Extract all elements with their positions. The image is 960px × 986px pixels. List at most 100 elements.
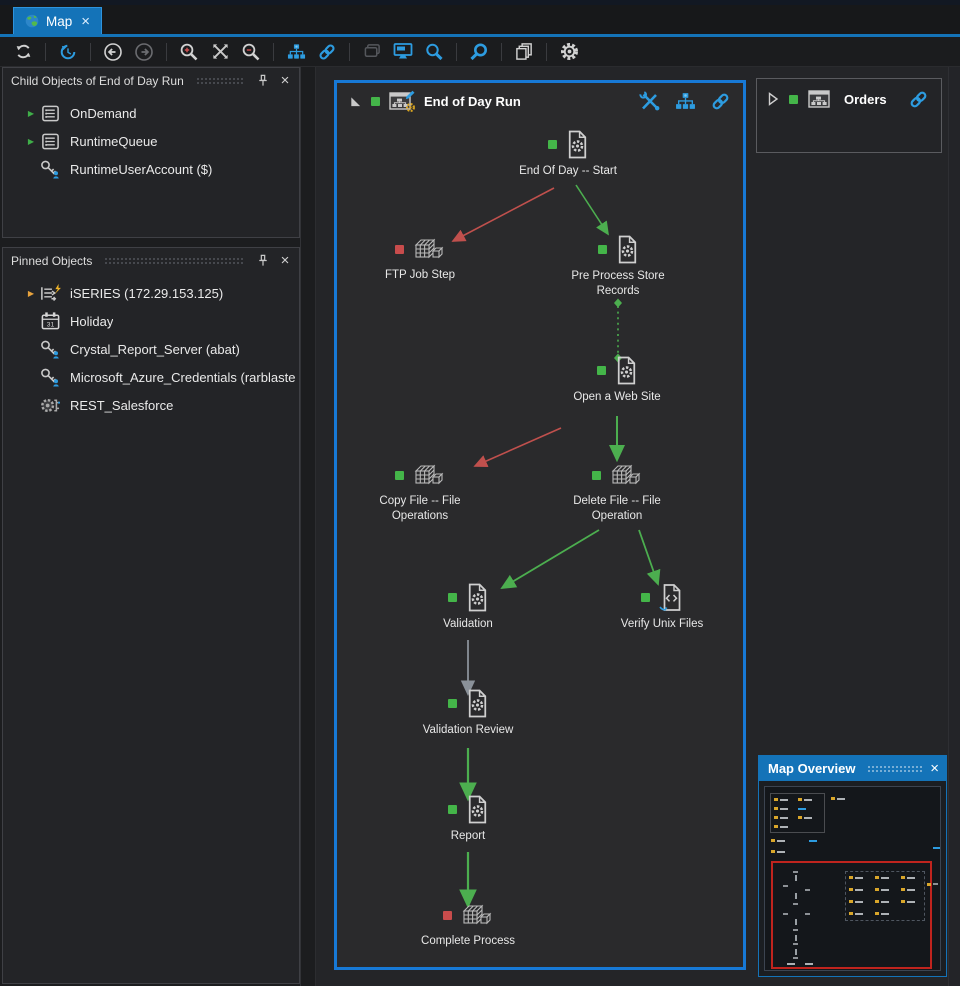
link-icon[interactable] bbox=[314, 40, 340, 64]
minimap-node-mark bbox=[793, 903, 798, 905]
collapse-triangle-icon[interactable] bbox=[349, 95, 362, 108]
zoom-fit-icon[interactable] bbox=[207, 40, 233, 64]
vertical-scrollbar[interactable] bbox=[948, 67, 960, 986]
status-square bbox=[371, 97, 380, 106]
pinned-objects-header[interactable]: Pinned Objects × bbox=[3, 248, 299, 273]
key-user-icon bbox=[37, 159, 63, 179]
minimap-canvas[interactable] bbox=[764, 786, 941, 971]
back-icon[interactable] bbox=[100, 40, 126, 64]
org-chart-icon[interactable] bbox=[283, 40, 309, 64]
search-strong-icon[interactable] bbox=[466, 40, 492, 64]
plan-container-end-of-day-run[interactable]: End Of Day -- Start FTP Job Step Pre Pro… bbox=[334, 80, 746, 970]
minimap-node-mark bbox=[793, 871, 798, 873]
tools-icon[interactable] bbox=[639, 91, 661, 111]
main-content: Child Objects of End of Day Run × ▶ OnDe… bbox=[0, 67, 960, 986]
tree-item-label: iSERIES (172.29.153.125) bbox=[70, 286, 223, 301]
node-label: Report bbox=[451, 829, 486, 844]
orders-header[interactable]: Orders bbox=[757, 79, 941, 110]
status-square bbox=[597, 366, 606, 375]
minimap-mark bbox=[771, 839, 775, 842]
process-cubes-icon bbox=[413, 235, 445, 263]
tree-item-label: Crystal_Report_Server (abat) bbox=[70, 342, 240, 357]
history-icon[interactable] bbox=[55, 40, 81, 64]
child-objects-panel: Child Objects of End of Day Run × ▶ OnDe… bbox=[2, 67, 300, 238]
close-icon[interactable]: × bbox=[277, 73, 293, 89]
monitor-icon[interactable] bbox=[390, 40, 416, 64]
close-icon[interactable]: × bbox=[930, 761, 939, 776]
minimap-mark bbox=[777, 851, 785, 853]
toolbar-separator bbox=[501, 43, 502, 61]
tree-item-iseries[interactable]: ▶ iSERIES (172.29.153.125) bbox=[3, 279, 299, 307]
map-toolbar bbox=[0, 37, 960, 67]
node-label: End Of Day -- Start bbox=[519, 164, 617, 179]
map-overview-header[interactable]: Map Overview × bbox=[759, 756, 946, 781]
search-icon[interactable] bbox=[421, 40, 447, 64]
tree-item-label: RuntimeQueue bbox=[70, 134, 157, 149]
minimap-node-mark bbox=[793, 929, 798, 931]
org-chart-icon[interactable] bbox=[675, 92, 696, 111]
expand-triangle-icon[interactable] bbox=[767, 92, 779, 106]
process-cubes-icon bbox=[610, 461, 642, 489]
pin-icon[interactable] bbox=[255, 73, 271, 89]
tree-item-label: REST_Salesforce bbox=[70, 398, 173, 413]
panel-splitter[interactable] bbox=[300, 67, 316, 986]
node-validation-review[interactable]: Validation Review bbox=[403, 689, 533, 738]
tree-item-rest-salesforce[interactable]: REST_Salesforce bbox=[3, 391, 299, 419]
tab-map[interactable]: Map × bbox=[13, 7, 102, 34]
node-label: Validation bbox=[443, 617, 493, 632]
minimap-node-mark bbox=[795, 875, 797, 881]
close-icon[interactable]: × bbox=[277, 253, 293, 269]
link-icon[interactable] bbox=[908, 89, 929, 110]
tree-item-runtimequeue[interactable]: ▶ RuntimeQueue bbox=[3, 127, 299, 155]
plan-header[interactable]: End of Day Run bbox=[337, 83, 743, 119]
refresh-icon[interactable] bbox=[10, 40, 36, 64]
toolbar-separator bbox=[166, 43, 167, 61]
frames-icon[interactable] bbox=[359, 40, 385, 64]
node-report[interactable]: Report bbox=[403, 795, 533, 844]
node-delete-file[interactable]: Delete File -- File Operation bbox=[552, 461, 682, 524]
node-verify-unix-files[interactable]: Verify Unix Files bbox=[597, 583, 727, 632]
toolbar-separator bbox=[456, 43, 457, 61]
node-end-of-day-start[interactable]: End Of Day -- Start bbox=[503, 130, 633, 179]
copy-pages-icon[interactable] bbox=[511, 40, 537, 64]
tab-close-icon[interactable]: × bbox=[81, 14, 90, 29]
panel-drag-dots bbox=[104, 257, 245, 266]
minimap-node-mark bbox=[795, 935, 797, 941]
node-ftp-job-step[interactable]: FTP Job Step bbox=[355, 235, 485, 283]
status-square bbox=[641, 593, 650, 602]
job-document-icon bbox=[616, 235, 639, 264]
pin-icon[interactable] bbox=[255, 253, 271, 269]
running-triangle-icon: ▶ bbox=[25, 137, 37, 146]
zoom-in-icon[interactable] bbox=[176, 40, 202, 64]
child-objects-tree: ▶ OnDemand ▶ RuntimeQueue bbox=[3, 93, 299, 183]
child-objects-header[interactable]: Child Objects of End of Day Run × bbox=[3, 68, 299, 93]
settings-gear-icon[interactable] bbox=[556, 40, 582, 64]
forward-icon[interactable] bbox=[131, 40, 157, 64]
minimap-node-mark bbox=[787, 963, 795, 965]
node-copy-file[interactable]: Copy File -- File Operations bbox=[355, 461, 485, 524]
node-validation[interactable]: Validation bbox=[403, 583, 533, 632]
tree-item-holiday[interactable]: 31 Holiday bbox=[3, 307, 299, 335]
link-icon[interactable] bbox=[710, 91, 731, 112]
map-canvas-area[interactable]: End Of Day -- Start FTP Job Step Pre Pro… bbox=[316, 67, 960, 986]
status-square bbox=[789, 95, 798, 104]
minimap-dashed-cluster bbox=[845, 871, 925, 921]
job-document-icon bbox=[566, 130, 589, 159]
plan-canvas: End Of Day -- Start FTP Job Step Pre Pro… bbox=[337, 83, 743, 967]
plan-container-orders[interactable]: Orders bbox=[756, 78, 942, 153]
status-square bbox=[395, 471, 404, 480]
pinned-objects-title: Pinned Objects bbox=[11, 254, 92, 268]
globe-icon bbox=[25, 14, 39, 28]
tree-item-ondemand[interactable]: ▶ OnDemand bbox=[3, 99, 299, 127]
tree-item-runtimeuseraccount[interactable]: RuntimeUserAccount ($) bbox=[3, 155, 299, 183]
map-overview-title: Map Overview bbox=[768, 761, 855, 776]
tree-item-microsoft-azure-credentials[interactable]: Microsoft_Azure_Credentials (rarblaste bbox=[3, 363, 299, 391]
zoom-out-icon[interactable] bbox=[238, 40, 264, 64]
job-document-icon bbox=[466, 583, 489, 612]
tree-item-crystal-report-server[interactable]: Crystal_Report_Server (abat) bbox=[3, 335, 299, 363]
node-open-a-web-site[interactable]: Open a Web Site bbox=[552, 356, 682, 405]
minimap-node-mark bbox=[805, 963, 813, 965]
toolbar-separator bbox=[45, 43, 46, 61]
node-complete-process[interactable]: Complete Process bbox=[403, 901, 533, 949]
node-pre-process-store-records[interactable]: Pre Process Store Records bbox=[553, 235, 683, 299]
